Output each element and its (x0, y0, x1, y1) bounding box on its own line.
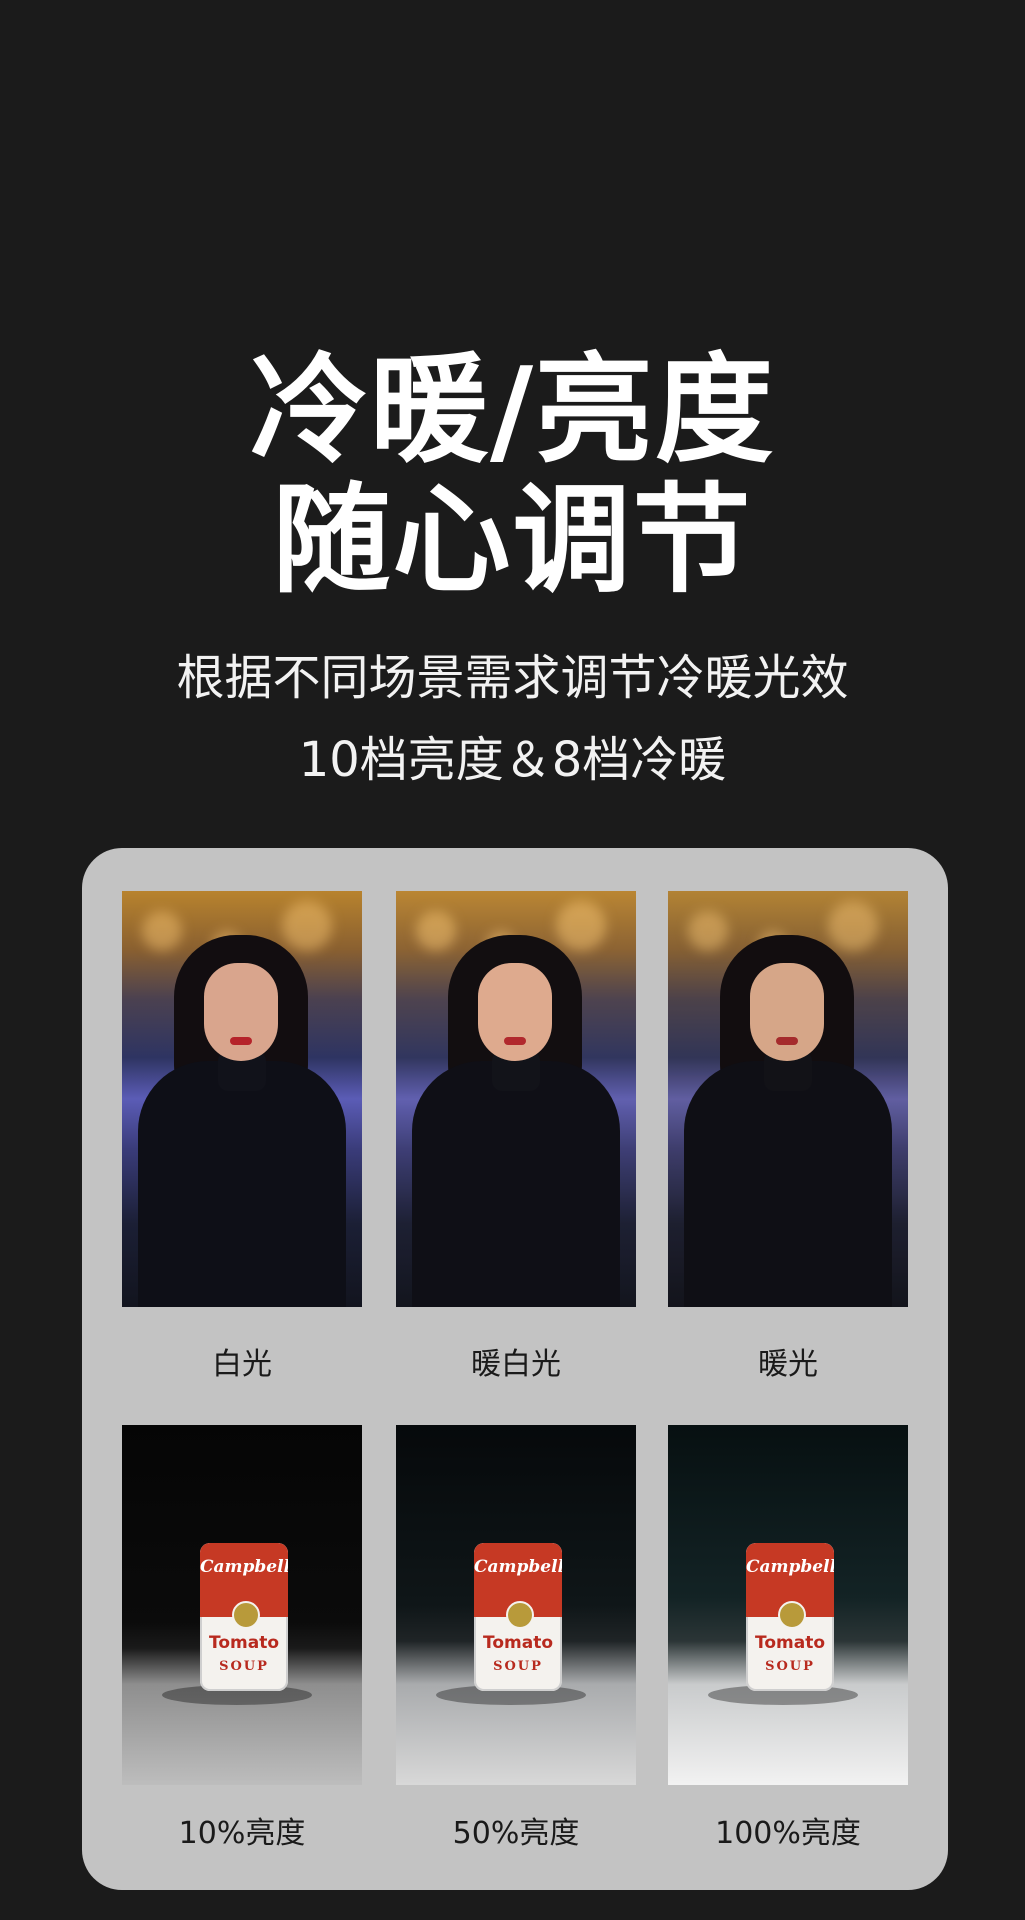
soup-can-image: Campbell's Tomato SOUP (474, 1543, 562, 1691)
brightness-10-photo: Campbell's Tomato SOUP (122, 1425, 362, 1785)
subtitle-line1: 根据不同场景需求调节冷暖光效 (176, 650, 849, 706)
caption-warm-light: 暖光 (758, 1347, 818, 1382)
warm-light-photo (668, 891, 908, 1307)
caption-brightness-10: 10%亮度 (178, 1816, 306, 1851)
headline-line2: 随心调节 (272, 471, 753, 609)
comparison-panel: 白光 暖白光 暖光 Campbell's Tomato SOUP Campbel… (82, 848, 948, 1890)
subtitle-line2: 10档亮度＆8档冷暖 (298, 732, 727, 788)
caption-warm-white-light: 暖白光 (471, 1347, 561, 1382)
brightness-100-photo: Campbell's Tomato SOUP (668, 1425, 908, 1785)
caption-white-light: 白光 (212, 1347, 272, 1382)
warm-white-light-photo (396, 891, 636, 1307)
soup-can-image: Campbell's Tomato SOUP (746, 1543, 834, 1691)
caption-brightness-50: 50%亮度 (452, 1816, 580, 1851)
headline-line1: 冷暖/亮度 (249, 341, 776, 479)
white-light-photo (122, 891, 362, 1307)
brightness-50-photo: Campbell's Tomato SOUP (396, 1425, 636, 1785)
caption-brightness-100: 100%亮度 (715, 1816, 861, 1851)
soup-can-image: Campbell's Tomato SOUP (200, 1543, 288, 1691)
